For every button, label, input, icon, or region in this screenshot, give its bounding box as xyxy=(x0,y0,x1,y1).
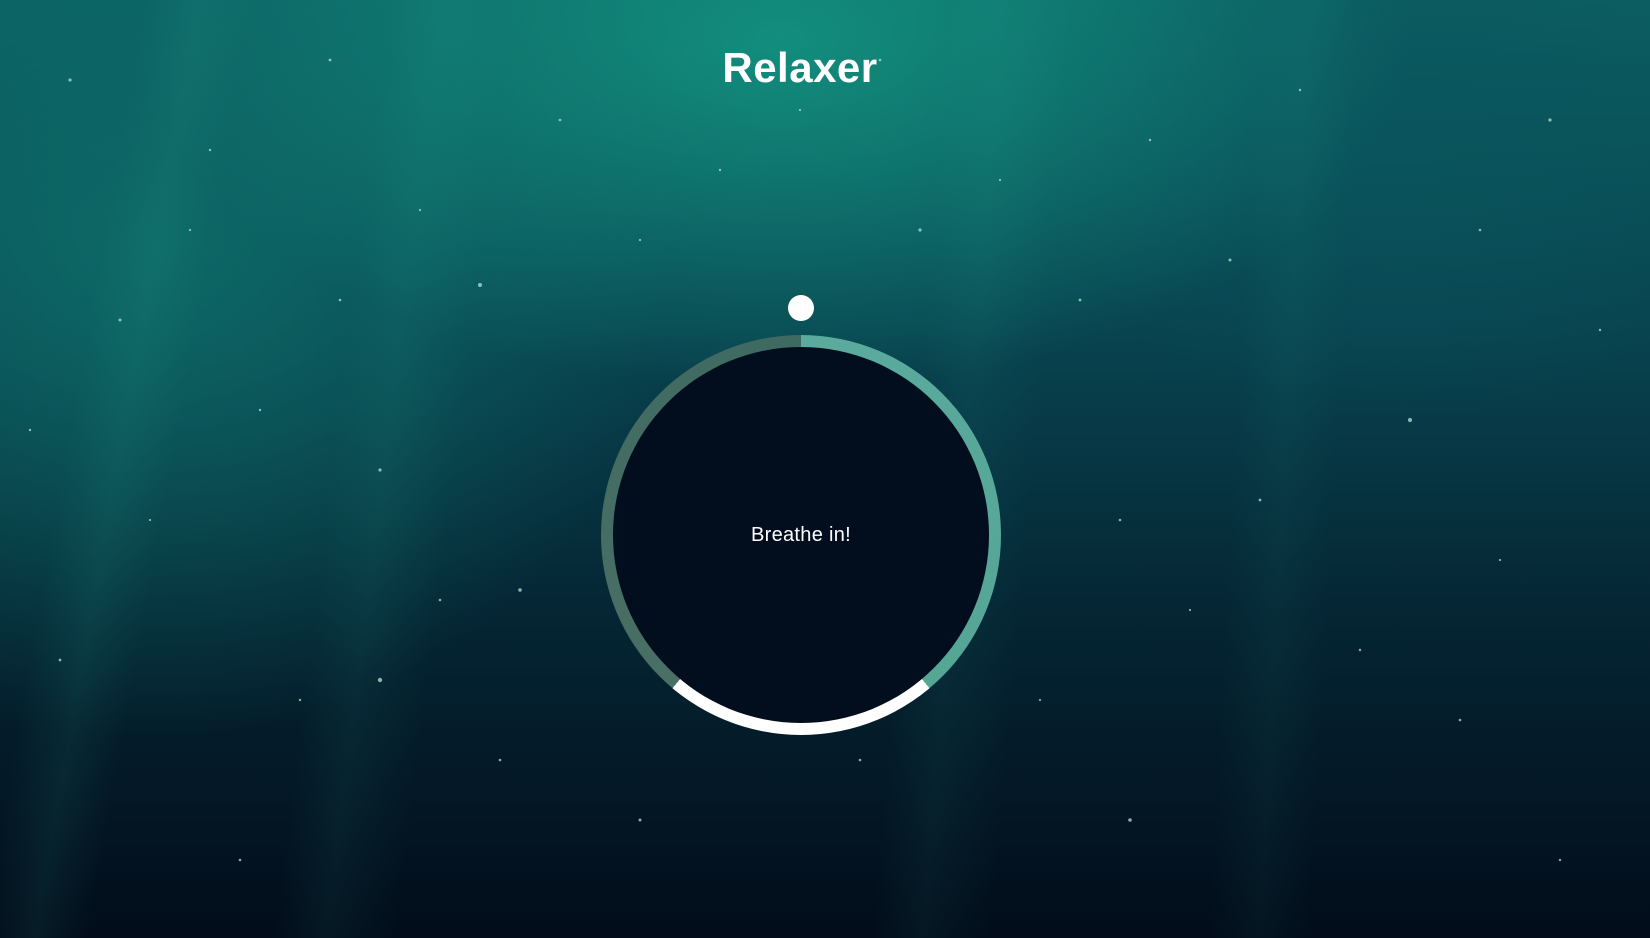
pointer-track xyxy=(561,295,1041,775)
pointer-dot-icon xyxy=(788,295,814,321)
app-title: Relaxer xyxy=(722,44,878,91)
breathing-circle: Breathe in! xyxy=(601,295,1001,735)
